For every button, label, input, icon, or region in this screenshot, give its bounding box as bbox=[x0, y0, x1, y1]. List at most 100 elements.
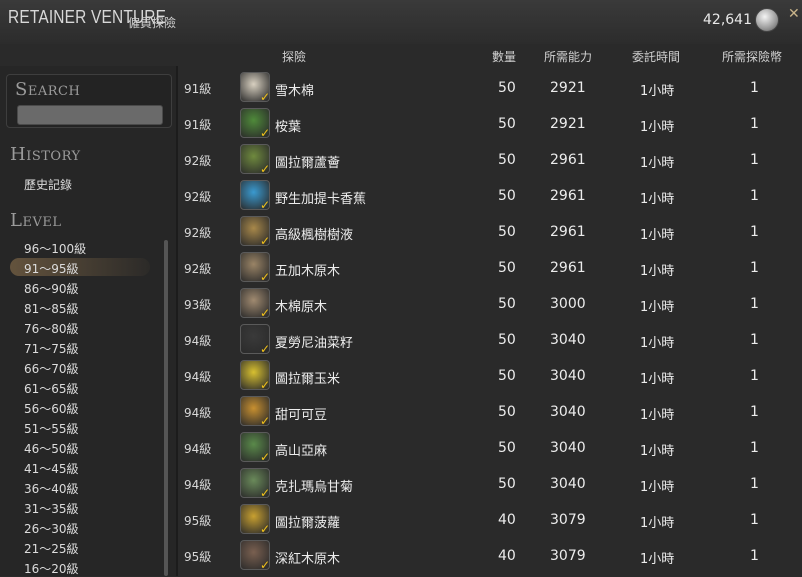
venture-level: 94級 bbox=[184, 478, 212, 492]
venture-row[interactable]: ✓ 93級 木棉原木 50 3000 1小時 1 bbox=[178, 286, 802, 322]
venture-row[interactable]: ✓ 94級 高山亞麻 50 3040 1小時 1 bbox=[178, 430, 802, 466]
level-item[interactable]: 81～85級 bbox=[10, 298, 150, 316]
item-icon: ✓ bbox=[240, 504, 270, 534]
venture-required: 2961 bbox=[550, 224, 586, 240]
level-item-label: 71～75級 bbox=[24, 342, 79, 356]
venture-quantity: 50 bbox=[498, 260, 516, 276]
venture-quantity: 50 bbox=[498, 116, 516, 132]
level-item-label: 81～85級 bbox=[24, 302, 79, 316]
venture-tokens: 1 bbox=[750, 224, 759, 240]
venture-tokens: 1 bbox=[750, 260, 759, 276]
venture-row[interactable]: ✓ 91級 雪木棉 50 2921 1小時 1 bbox=[178, 70, 802, 106]
venture-required: 3040 bbox=[550, 368, 586, 384]
venture-required: 3040 bbox=[550, 332, 586, 348]
column-required[interactable]: 所需能力 bbox=[544, 48, 592, 65]
venture-name: 圖拉爾玉米 bbox=[275, 372, 341, 387]
venture-tokens: 1 bbox=[750, 512, 759, 528]
venture-quantity: 50 bbox=[498, 404, 516, 420]
history-heading: History bbox=[10, 144, 81, 165]
column-duration[interactable]: 委託時間 bbox=[632, 48, 680, 65]
venture-row[interactable]: ✓ 94級 甜可可豆 50 3040 1小時 1 bbox=[178, 394, 802, 430]
venture-row[interactable]: ✓ 94級 夏勞尼油菜籽 50 3040 1小時 1 bbox=[178, 322, 802, 358]
level-item[interactable]: 41～45級 bbox=[10, 458, 150, 476]
sidebar-scrollbar[interactable] bbox=[164, 240, 168, 576]
venture-duration: 1小時 bbox=[640, 552, 675, 567]
venture-duration: 1小時 bbox=[640, 516, 675, 531]
check-icon: ✓ bbox=[259, 378, 270, 390]
venture-row[interactable]: ✓ 94級 克扎瑪烏甘菊 50 3040 1小時 1 bbox=[178, 466, 802, 502]
venture-level: 94級 bbox=[184, 406, 212, 420]
history-item[interactable]: 歷史記錄 bbox=[24, 176, 72, 193]
item-icon: ✓ bbox=[240, 468, 270, 498]
wrench-icon[interactable]: ✕ bbox=[788, 6, 802, 22]
venture-level: 92級 bbox=[184, 154, 212, 168]
check-icon: ✓ bbox=[259, 558, 270, 570]
check-icon: ✓ bbox=[259, 90, 270, 102]
level-item-label: 51～55級 bbox=[24, 422, 79, 436]
venture-name: 五加木原木 bbox=[275, 264, 341, 279]
level-item[interactable]: 21～25級 bbox=[10, 538, 150, 556]
venture-name: 甜可可豆 bbox=[275, 408, 328, 423]
level-item[interactable]: 31～35級 bbox=[10, 498, 150, 516]
check-icon: ✓ bbox=[259, 486, 270, 498]
check-icon: ✓ bbox=[259, 126, 270, 138]
level-item[interactable]: 51～55級 bbox=[10, 418, 150, 436]
venture-name: 深紅木原木 bbox=[275, 552, 341, 567]
check-icon: ✓ bbox=[259, 306, 270, 318]
level-item[interactable]: 16～20級 bbox=[10, 558, 150, 576]
column-quantity[interactable]: 數量 bbox=[492, 48, 516, 65]
level-item[interactable]: 76～80級 bbox=[10, 318, 150, 336]
level-item[interactable]: 26～30級 bbox=[10, 518, 150, 536]
venture-quantity: 50 bbox=[498, 440, 516, 456]
venture-quantity: 50 bbox=[498, 188, 516, 204]
venture-required: 3079 bbox=[550, 548, 586, 564]
search-input[interactable] bbox=[17, 105, 163, 125]
level-item[interactable]: 86～90級 bbox=[10, 278, 150, 296]
venture-name: 圖拉爾蘆薈 bbox=[275, 156, 341, 171]
venture-duration: 1小時 bbox=[640, 228, 675, 243]
level-item[interactable]: 61～65級 bbox=[10, 378, 150, 396]
venture-required: 3040 bbox=[550, 476, 586, 492]
venture-row[interactable]: ✓ 92級 五加木原木 50 2961 1小時 1 bbox=[178, 250, 802, 286]
item-icon: ✓ bbox=[240, 72, 270, 102]
level-item[interactable]: 36～40級 bbox=[10, 478, 150, 496]
venture-duration: 1小時 bbox=[640, 264, 675, 279]
column-tokens[interactable]: 所需探險幣 bbox=[722, 48, 782, 65]
venture-level: 95級 bbox=[184, 550, 212, 564]
level-item[interactable]: 46～50級 bbox=[10, 438, 150, 456]
level-item[interactable]: 66～70級 bbox=[10, 358, 150, 376]
check-icon: ✓ bbox=[259, 234, 270, 246]
venture-level: 94級 bbox=[184, 370, 212, 384]
venture-row[interactable]: ✓ 94級 圖拉爾玉米 50 3040 1小時 1 bbox=[178, 358, 802, 394]
venture-name: 野生加提卡香蕉 bbox=[275, 192, 367, 207]
item-icon: ✓ bbox=[240, 180, 270, 210]
venture-row[interactable]: ✓ 92級 圖拉爾蘆薈 50 2961 1小時 1 bbox=[178, 142, 802, 178]
level-item[interactable]: 56～60級 bbox=[10, 398, 150, 416]
venture-level: 94級 bbox=[184, 442, 212, 456]
venture-tokens: 1 bbox=[750, 188, 759, 204]
venture-row[interactable]: ✓ 95級 圖拉爾菠蘿 40 3079 1小時 1 bbox=[178, 502, 802, 538]
venture-tokens: 1 bbox=[750, 152, 759, 168]
venture-row[interactable]: ✓ 92級 野生加提卡香蕉 50 2961 1小時 1 bbox=[178, 178, 802, 214]
venture-row[interactable]: ✓ 91級 桉葉 50 2921 1小時 1 bbox=[178, 106, 802, 142]
level-item-label: 86～90級 bbox=[24, 282, 79, 296]
item-icon: ✓ bbox=[240, 432, 270, 462]
level-item[interactable]: 71～75級 bbox=[10, 338, 150, 356]
venture-row[interactable]: ✓ 95級 深紅木原木 40 3079 1小時 1 bbox=[178, 538, 802, 574]
venture-required: 2961 bbox=[550, 188, 586, 204]
column-venture[interactable]: 探險 bbox=[282, 48, 306, 65]
venture-duration: 1小時 bbox=[640, 444, 675, 459]
venture-level: 93級 bbox=[184, 298, 212, 312]
venture-level: 94級 bbox=[184, 334, 212, 348]
venture-tokens: 1 bbox=[750, 440, 759, 456]
venture-required: 3040 bbox=[550, 404, 586, 420]
level-item-label: 46～50級 bbox=[24, 442, 79, 456]
level-item[interactable]: 91～95級 bbox=[10, 258, 150, 276]
venture-level: 91級 bbox=[184, 82, 212, 96]
venture-row[interactable]: ✓ 92級 高級楓樹樹液 50 2961 1小時 1 bbox=[178, 214, 802, 250]
venture-name: 高山亞麻 bbox=[275, 444, 328, 459]
venture-list: ✓ 91級 雪木棉 50 2921 1小時 1 ✓ 91級 桉葉 50 2921 1小時 1 ✓ 92級 圖拉爾… bbox=[178, 70, 802, 576]
level-item-label: 36～40級 bbox=[24, 482, 79, 496]
venture-name: 高級楓樹樹液 bbox=[275, 228, 354, 243]
level-item[interactable]: 96～100級 bbox=[10, 238, 150, 256]
